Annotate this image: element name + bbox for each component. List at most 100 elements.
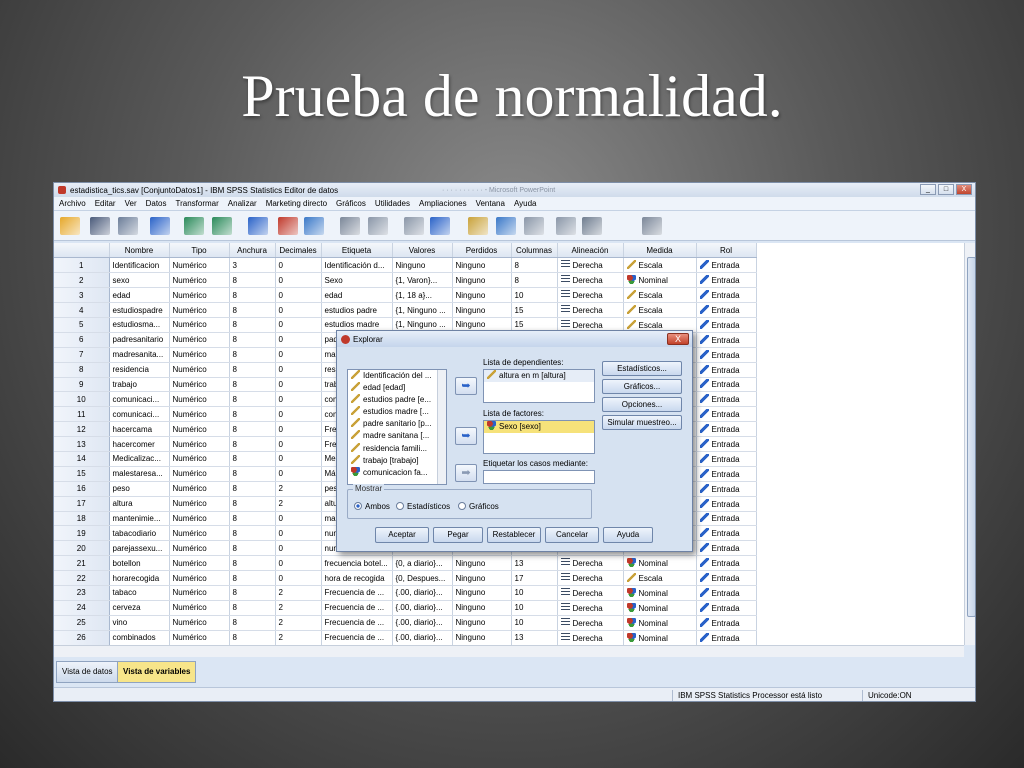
cell-perdidos[interactable]: Ninguno	[452, 600, 512, 616]
source-list-scrollbar[interactable]	[437, 370, 446, 484]
cell-etiqueta[interactable]: Frecuencia de ...	[321, 585, 393, 601]
row-number[interactable]: 19	[54, 525, 110, 542]
cell-anchura[interactable]: 8	[229, 421, 276, 438]
move-to-factors-arrow-icon[interactable]: ➥	[455, 427, 477, 445]
menu-ampliaciones[interactable]: Ampliaciones	[416, 199, 473, 208]
cell-rol[interactable]: Entrada	[696, 496, 757, 512]
cell-decimales[interactable]: 2	[275, 585, 322, 601]
cell-columnas[interactable]: 17	[511, 570, 558, 586]
insert-cases-icon[interactable]	[368, 217, 388, 235]
cell-decimales[interactable]: 0	[275, 525, 322, 542]
value-labels-icon[interactable]	[524, 217, 544, 235]
cell-rol[interactable]: Entrada	[696, 600, 757, 616]
cell-decimales[interactable]: 0	[275, 391, 322, 408]
cell-tipo[interactable]: Numérico	[169, 391, 230, 408]
cell-medida[interactable]: Nominal	[623, 585, 697, 601]
column-header[interactable]: Valores	[392, 243, 453, 259]
cancel-button[interactable]: Cancelar	[545, 527, 599, 543]
table-row[interactable]: 22 horarecogida Numérico 8 0 hora de recogida…	[54, 570, 757, 586]
cell-nombre[interactable]: hacercama	[109, 421, 170, 438]
cell-alineacin[interactable]: Derecha	[557, 615, 624, 631]
cell-rol[interactable]: Entrada	[696, 481, 757, 497]
table-row[interactable]: 25 vino Numérico 8 2 Frecuencia de ... {.00, d…	[54, 615, 757, 631]
cell-nombre[interactable]: estudiosma...	[109, 317, 170, 333]
row-number[interactable]: 9	[54, 377, 110, 393]
cell-decimales[interactable]: 0	[275, 377, 322, 393]
row-number[interactable]: 1	[54, 257, 110, 274]
cell-decimales[interactable]: 0	[275, 257, 322, 274]
cell-tipo[interactable]: Numérico	[169, 481, 230, 497]
source-variable-item[interactable]: madre sanitana [...	[348, 430, 446, 442]
cell-valores[interactable]: {.00, diario}...	[392, 585, 453, 601]
plots-button[interactable]: Gráficos...	[602, 379, 682, 394]
cell-tipo[interactable]: Numérico	[169, 496, 230, 512]
menu-editar[interactable]: Editar	[92, 199, 122, 208]
cell-decimales[interactable]: 0	[275, 332, 322, 348]
cell-decimales[interactable]: 2	[275, 600, 322, 616]
cell-anchura[interactable]: 8	[229, 511, 276, 527]
print-icon[interactable]	[118, 217, 138, 235]
show-all-icon[interactable]	[582, 217, 602, 235]
cell-tipo[interactable]: Numérico	[169, 436, 230, 452]
cell-anchura[interactable]: 8	[229, 332, 276, 348]
cell-decimales[interactable]: 0	[275, 406, 322, 423]
cell-medida[interactable]: Nominal	[623, 272, 697, 289]
statistics-button[interactable]: Estadísticos...	[602, 361, 682, 376]
cell-etiqueta[interactable]: frecuencia botel...	[321, 555, 393, 572]
cell-decimales[interactable]: 0	[275, 317, 322, 333]
cell-tipo[interactable]: Numérico	[169, 511, 230, 527]
column-header[interactable]: Rol	[696, 243, 757, 259]
move-to-label-arrow-icon[interactable]: ➡	[455, 464, 477, 482]
cell-decimales[interactable]: 0	[275, 362, 322, 378]
reset-button[interactable]: Restablecer	[487, 527, 541, 543]
cell-medida[interactable]: Escala	[623, 570, 697, 586]
cell-valores[interactable]: {1, 18 a}...	[392, 287, 453, 304]
cell-nombre[interactable]: horarecogida	[109, 570, 170, 586]
cell-rol[interactable]: Entrada	[696, 585, 757, 601]
goto-case-icon[interactable]	[248, 217, 268, 235]
source-variable-item[interactable]: edad [edad]	[348, 382, 446, 394]
cell-anchura[interactable]: 8	[229, 377, 276, 393]
cell-etiqueta[interactable]: Identificación d...	[321, 257, 393, 274]
cell-perdidos[interactable]: Ninguno	[452, 257, 512, 274]
help-button[interactable]: Ayuda	[603, 527, 653, 543]
cell-nombre[interactable]: sexo	[109, 272, 170, 289]
minimize-button[interactable]: _	[920, 184, 936, 195]
source-variable-item[interactable]: estudios madre [...	[348, 406, 446, 418]
cell-tipo[interactable]: Numérico	[169, 287, 230, 304]
move-to-dependents-arrow-icon[interactable]: ➥	[455, 377, 477, 395]
cell-columnas[interactable]: 10	[511, 287, 558, 304]
cell-perdidos[interactable]: Ninguno	[452, 272, 512, 289]
cell-columnas[interactable]: 8	[511, 272, 558, 289]
cell-nombre[interactable]: trabajo	[109, 377, 170, 393]
dependent-item[interactable]: altura en m [altura]	[484, 370, 594, 382]
cell-nombre[interactable]: Medicalizac...	[109, 451, 170, 467]
cell-decimales[interactable]: 2	[275, 496, 322, 512]
cell-tipo[interactable]: Numérico	[169, 525, 230, 542]
vertical-scroll-thumb[interactable]	[967, 257, 975, 617]
bootstrap-button[interactable]: Simular muestreo...	[602, 415, 682, 430]
column-header[interactable]: Columnas	[511, 243, 558, 259]
radio-both[interactable]: Ambos	[354, 502, 390, 511]
cell-rol[interactable]: Entrada	[696, 302, 757, 318]
cell-etiqueta[interactable]: Frecuencia de ...	[321, 615, 393, 631]
cell-alineacin[interactable]: Derecha	[557, 630, 624, 645]
table-row[interactable]: 3 edad Numérico 8 0 edad {1, 18 a}... Ninguno 10…	[54, 287, 757, 304]
row-number[interactable]: 7	[54, 347, 110, 363]
cell-tipo[interactable]: Numérico	[169, 615, 230, 631]
cell-anchura[interactable]: 8	[229, 317, 276, 333]
cell-decimales[interactable]: 2	[275, 615, 322, 631]
cell-nombre[interactable]: tabaco	[109, 585, 170, 601]
cell-decimales[interactable]: 2	[275, 630, 322, 645]
cell-perdidos[interactable]: Ninguno	[452, 630, 512, 645]
cell-nombre[interactable]: combinados	[109, 630, 170, 645]
cell-rol[interactable]: Entrada	[696, 332, 757, 348]
cell-anchura[interactable]: 8	[229, 481, 276, 497]
cell-anchura[interactable]: 8	[229, 585, 276, 601]
cell-tipo[interactable]: Numérico	[169, 377, 230, 393]
column-header[interactable]: Etiqueta	[321, 243, 393, 259]
column-header[interactable]: Perdidos	[452, 243, 512, 259]
factors-list[interactable]: Sexo [sexo]	[483, 420, 595, 454]
cell-tipo[interactable]: Numérico	[169, 466, 230, 482]
cell-tipo[interactable]: Numérico	[169, 272, 230, 289]
